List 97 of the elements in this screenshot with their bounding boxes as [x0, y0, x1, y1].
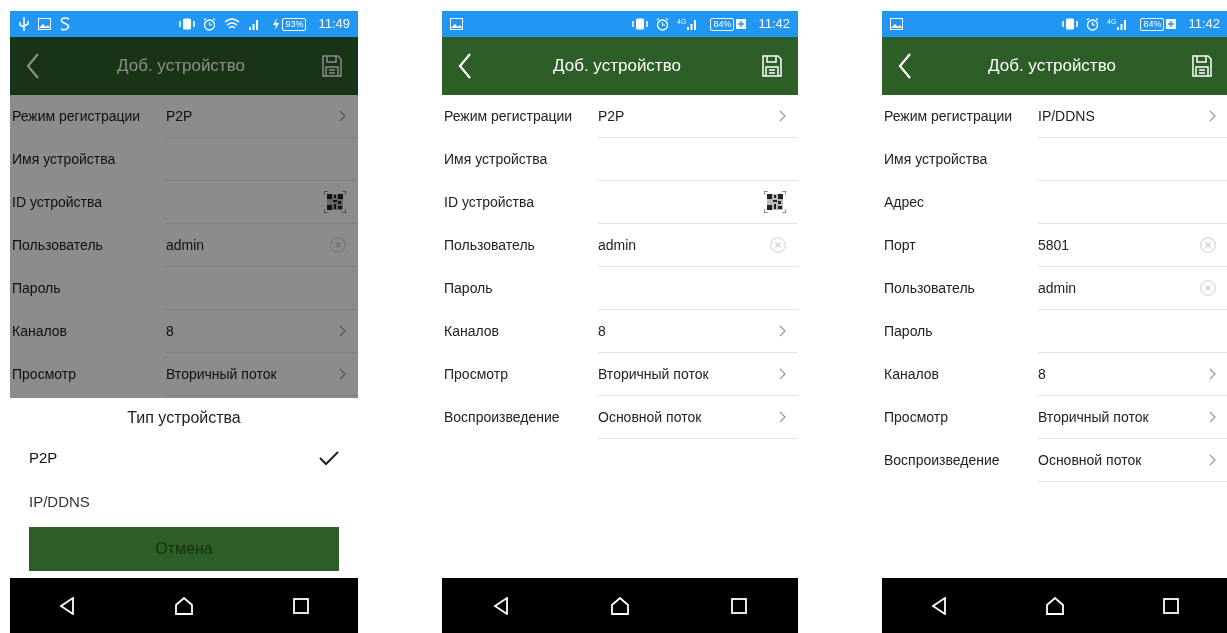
chevron-right-icon: [779, 411, 786, 423]
charging-plus-icon: [1166, 19, 1177, 29]
battery-level: 84%: [710, 17, 735, 31]
field-input[interactable]: Вторичный поток: [166, 353, 358, 396]
field-input[interactable]: admin: [166, 224, 358, 267]
field-label: Режим регистрации: [883, 107, 1014, 126]
sheet-title: Тип устройства: [126, 408, 242, 428]
save-icon[interactable]: [762, 55, 782, 77]
field-label: Воспроизведение: [443, 408, 561, 427]
field-label: Каналов: [443, 322, 500, 341]
field-input[interactable]: 8: [1038, 353, 1227, 396]
field-input[interactable]: 8: [166, 310, 358, 353]
back-triangle-icon[interactable]: [59, 596, 76, 615]
field-label: Просмотр: [443, 365, 509, 384]
field-label: Режим регистрации: [11, 107, 142, 126]
field-input[interactable]: Вторичный поток: [598, 353, 798, 396]
screen-title: Доб. устройство: [116, 55, 246, 78]
chevron-right-icon: [779, 368, 786, 380]
back-triangle-icon[interactable]: [931, 596, 947, 615]
field-label: Адрес: [883, 193, 926, 212]
sheet-option[interactable]: IP/DDNS: [29, 480, 339, 524]
field-input[interactable]: 5801: [1038, 224, 1227, 267]
alarm-clock-icon: [1086, 17, 1100, 31]
vibrate-icon: [632, 18, 649, 30]
field-input[interactable]: Основной поток: [1038, 439, 1227, 482]
field-label: Воспроизведение: [883, 451, 1001, 470]
usb-icon: [18, 17, 30, 31]
clock-time: 11:42: [1188, 15, 1220, 34]
field-label: Пароль: [443, 279, 494, 298]
field-label: Пользователь: [883, 279, 976, 298]
vibrate-icon: [179, 18, 196, 30]
chevron-right-icon: [1209, 368, 1216, 380]
field-label: Имя устройства: [11, 150, 117, 169]
signal-icon: [1116, 18, 1129, 30]
field-label: Пароль: [11, 279, 62, 298]
back-triangle-icon[interactable]: [492, 596, 509, 615]
signal-icon: [248, 18, 261, 30]
image-icon: [38, 18, 51, 30]
field-input[interactable]: 8: [598, 310, 798, 353]
alarm-clock-icon: [203, 17, 217, 31]
field-label: Пароль: [883, 322, 934, 341]
save-icon[interactable]: [322, 55, 342, 77]
chevron-right-icon: [1209, 454, 1216, 466]
field-label: Пользователь: [443, 236, 536, 255]
field-input[interactable]: P2P: [598, 95, 798, 138]
image-icon: [890, 18, 903, 30]
checkmark-icon: [319, 450, 339, 466]
home-icon[interactable]: [610, 596, 630, 615]
field-label: ID устройства: [11, 193, 103, 212]
home-icon[interactable]: [1045, 596, 1065, 615]
sheet-option[interactable]: P2P: [29, 436, 339, 480]
back-icon[interactable]: [26, 53, 40, 79]
s-logo-icon: [59, 17, 71, 31]
field-input[interactable]: admin: [1038, 267, 1227, 310]
field-input[interactable]: Вторичный поток: [1038, 396, 1227, 439]
chevron-right-icon: [1209, 411, 1216, 423]
wifi-icon: [224, 17, 241, 31]
square-icon[interactable]: [292, 597, 309, 614]
field-label: Каналов: [11, 322, 68, 341]
screen-title: Доб. устройство: [552, 55, 682, 78]
field-label: Просмотр: [883, 408, 949, 427]
charging-bolt-icon: [272, 18, 281, 30]
clock-time: 11:49: [318, 15, 350, 34]
vibrate-icon: [1062, 18, 1079, 30]
field-input[interactable]: Основной поток: [598, 396, 798, 439]
field-label: Каналов: [883, 365, 940, 384]
battery-level: 84%: [1140, 17, 1165, 31]
field-label: Режим регистрации: [443, 107, 574, 126]
field-label: Имя устройства: [883, 150, 989, 169]
battery-level: 93%: [282, 17, 307, 31]
alarm-clock-icon: [656, 17, 670, 31]
save-icon[interactable]: [1192, 55, 1212, 77]
clock-time: 11:42: [758, 15, 790, 34]
field-label: Просмотр: [11, 365, 77, 384]
field-input[interactable]: admin: [598, 224, 798, 267]
field-input[interactable]: IP/DDNS: [1038, 95, 1227, 138]
qr-code-icon[interactable]: [764, 191, 786, 213]
chevron-right-icon: [779, 325, 786, 337]
signal-icon: [686, 18, 699, 30]
field-label: ID устройства: [443, 193, 535, 212]
field-label: Имя устройства: [443, 150, 549, 169]
back-icon[interactable]: [898, 53, 912, 79]
chevron-right-icon: [779, 110, 786, 122]
chevron-right-icon: [339, 325, 346, 337]
square-icon[interactable]: [1163, 597, 1179, 614]
chevron-right-icon: [339, 368, 346, 380]
charging-plus-icon: [736, 19, 747, 29]
image-icon: [450, 18, 463, 30]
home-icon[interactable]: [174, 596, 194, 615]
field-label: Пользователь: [11, 236, 104, 255]
back-icon[interactable]: [458, 53, 472, 79]
field-input[interactable]: P2P: [166, 95, 358, 138]
field-label: Порт: [883, 236, 917, 255]
chevron-right-icon: [1209, 110, 1216, 122]
chevron-right-icon: [339, 110, 346, 122]
screen-title: Доб. устройство: [987, 55, 1117, 78]
square-icon[interactable]: [731, 597, 748, 614]
